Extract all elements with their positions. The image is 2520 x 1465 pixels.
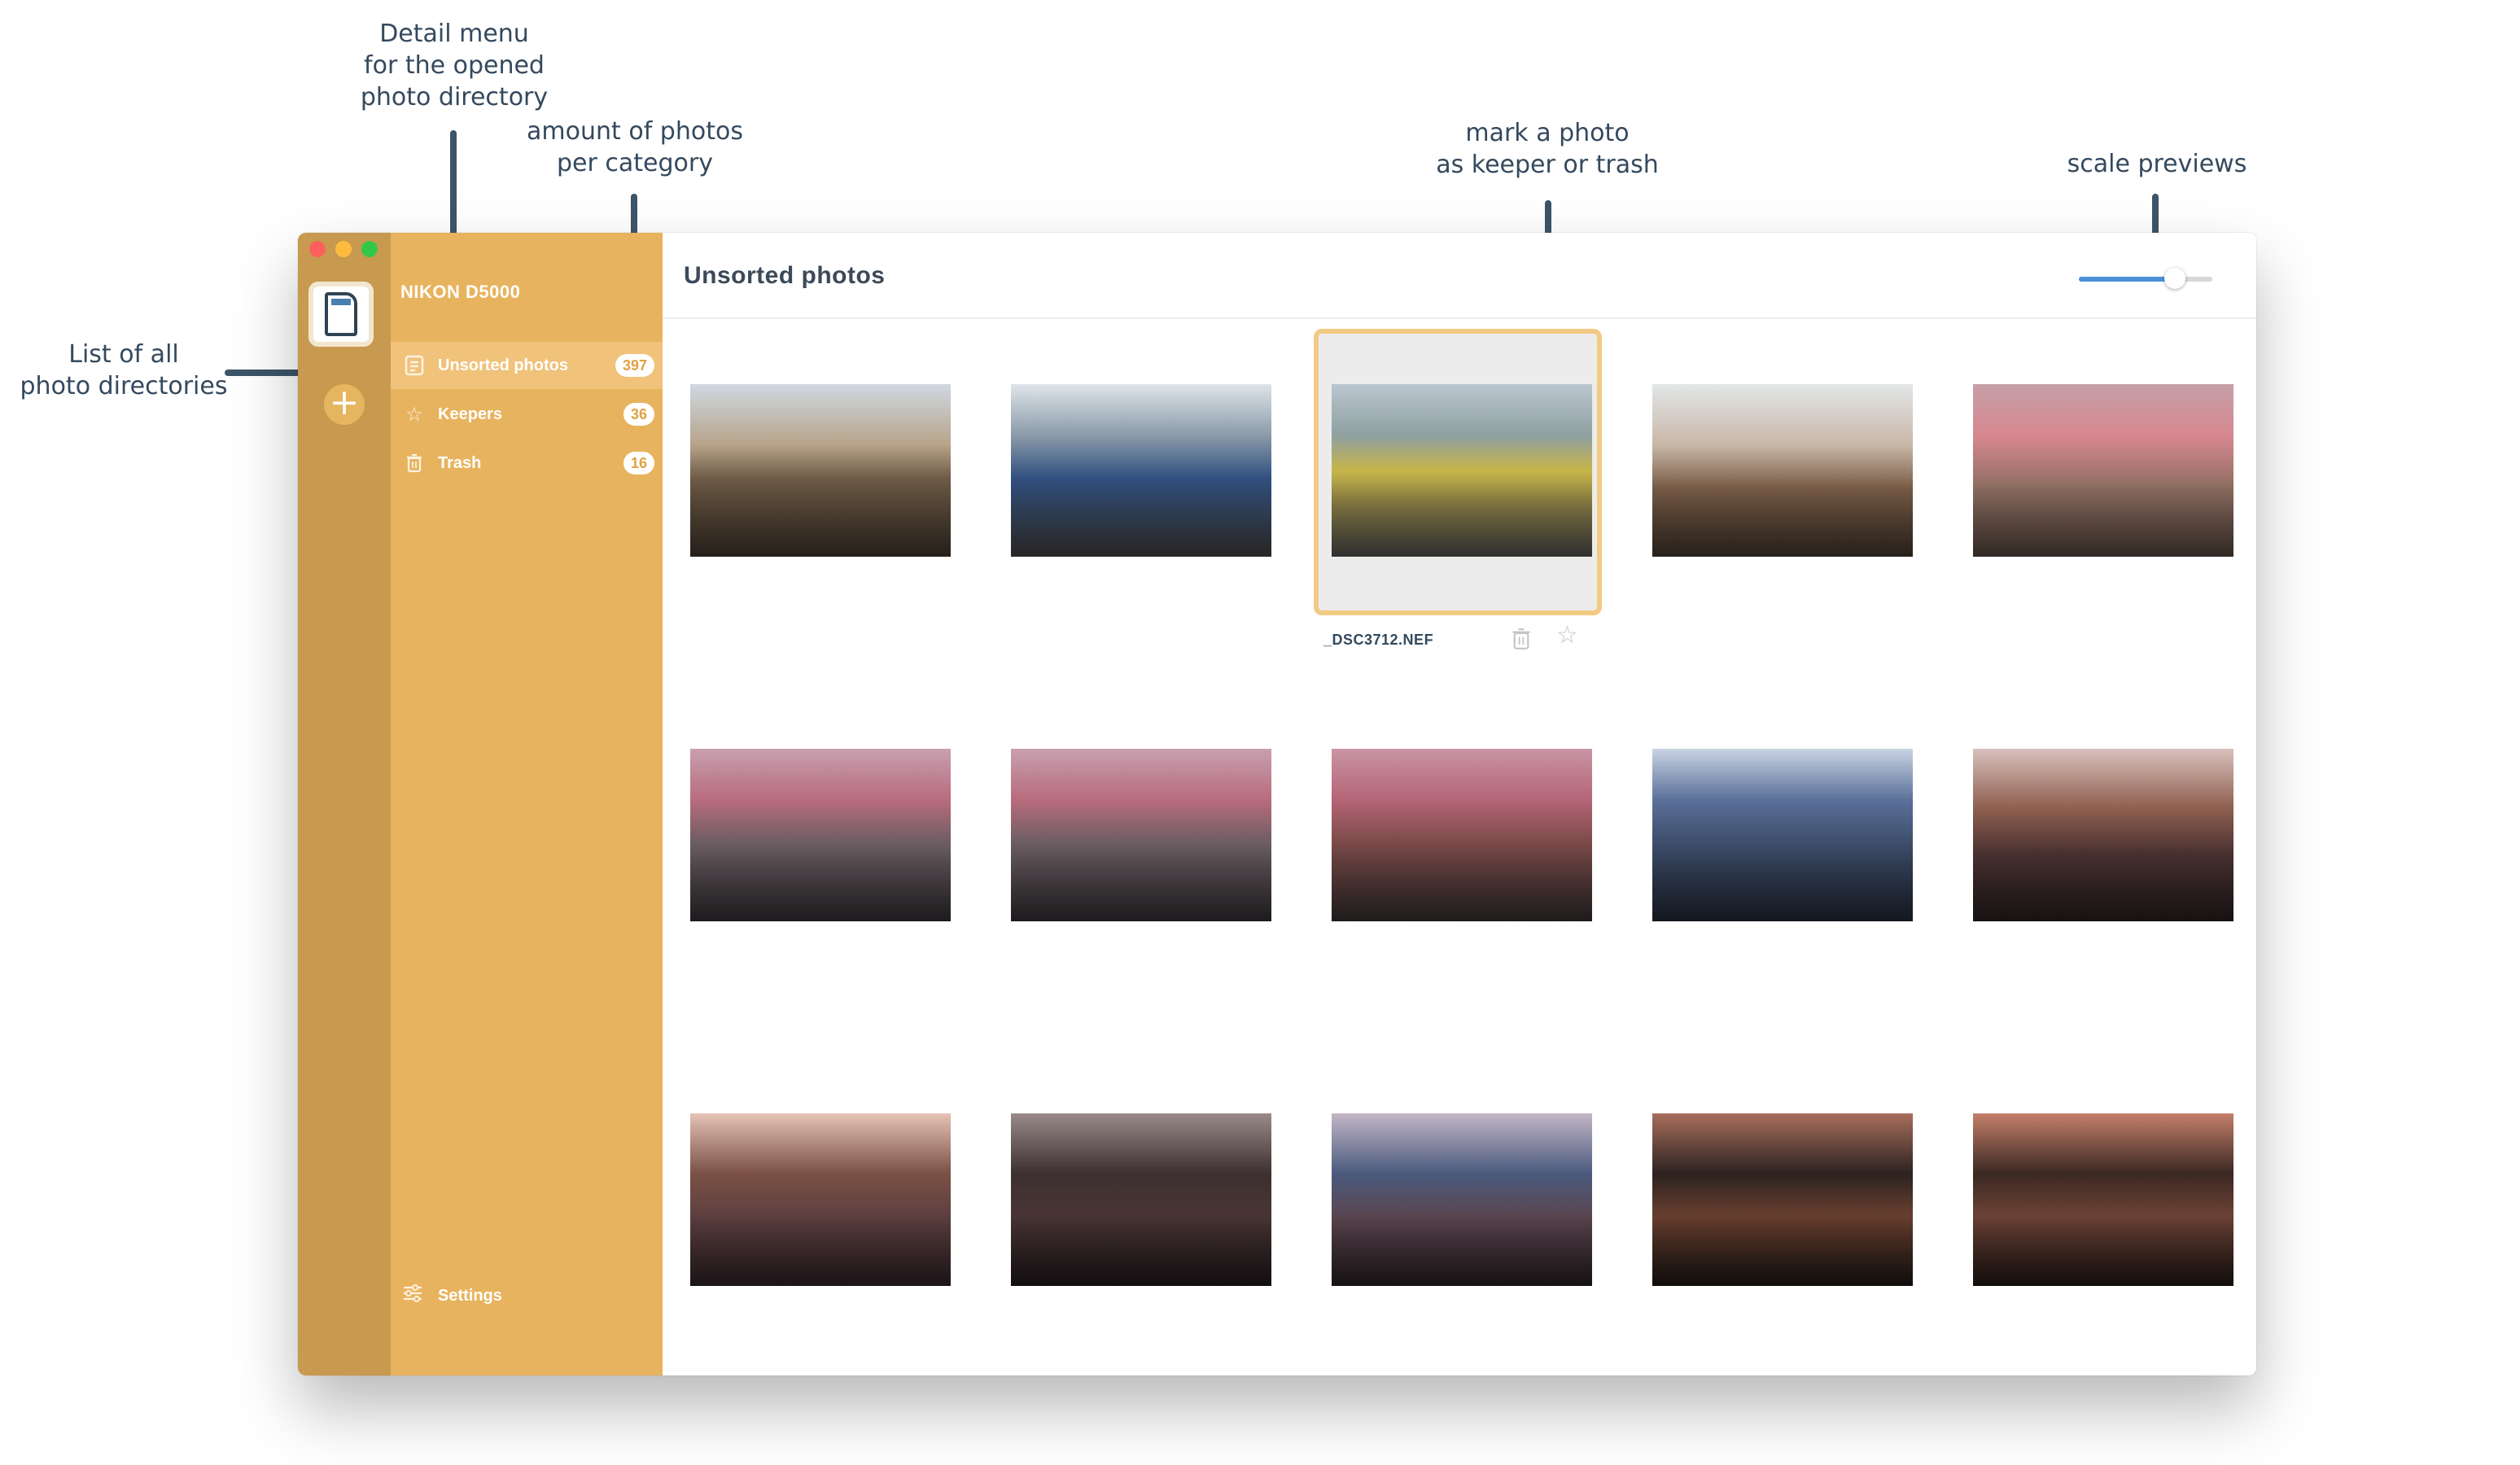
category-label: Trash (438, 453, 482, 472)
photo-thumbnail[interactable] (1011, 749, 1271, 921)
photo-thumbnail[interactable] (690, 749, 951, 921)
category-count-badge: 36 (623, 403, 654, 426)
photo-thumbnail[interactable] (1652, 749, 1913, 921)
main-toolbar: Unsorted photos (663, 233, 2256, 319)
selected-photo-filename: _DSC3712.NEF (1323, 632, 1434, 648)
trash-icon (1512, 628, 1530, 649)
scale-previews-slider[interactable] (2079, 268, 2212, 289)
photo-thumbnail[interactable] (1332, 1113, 1592, 1286)
category-count-badge: 397 (615, 354, 654, 377)
close-window-button[interactable] (309, 241, 326, 257)
plus-icon: + (329, 382, 360, 423)
photo-browser: Unsorted photos _DSC3712.NEF ☆ (663, 233, 2256, 1375)
detail-menu: NIKON D5000 Unsorted photos 397 ☆ Keeper… (391, 233, 663, 1375)
category-trash[interactable]: Trash 16 (391, 440, 663, 487)
slider-knob[interactable] (2164, 268, 2185, 289)
photo-thumbnail[interactable] (690, 1113, 951, 1286)
star-icon: ☆ (405, 403, 423, 426)
annotation-line-detail-menu (450, 130, 457, 249)
annotation-scale: scale previews (2067, 150, 2247, 178)
settings-label: Settings (438, 1287, 502, 1305)
star-icon: ☆ (1556, 621, 1578, 649)
directory-list: + (298, 233, 391, 1375)
add-directory-button[interactable]: + (324, 384, 365, 425)
photo-thumbnail[interactable] (1973, 384, 2233, 557)
minimize-window-button[interactable] (335, 241, 352, 257)
photo-thumbnail[interactable] (1011, 384, 1271, 557)
zoom-window-button[interactable] (361, 241, 378, 257)
annotation-list: List of all photo directories (20, 340, 228, 400)
photo-thumbnail[interactable] (690, 384, 951, 557)
directory-item-nikon[interactable] (308, 282, 374, 347)
settings-button[interactable]: Settings (402, 1284, 502, 1309)
page-title: Unsorted photos (684, 262, 886, 289)
category-label: Unsorted photos (438, 356, 568, 374)
sliders-icon (402, 1284, 427, 1309)
annotation-amount: amount of photos per category (527, 117, 743, 177)
directory-title: NIKON D5000 (400, 282, 521, 302)
photo-thumbnail[interactable] (1973, 749, 2233, 921)
photo-thumbnail[interactable] (1332, 384, 1592, 557)
annotation-line-list (225, 370, 306, 376)
mark-keeper-button[interactable]: ☆ (1556, 622, 1578, 649)
app-window: + NIKON D5000 Unsorted photos 397 ☆ Keep… (298, 233, 2256, 1375)
annotation-detail-menu: Detail menu for the opened photo directo… (360, 20, 549, 112)
trash-icon (402, 451, 427, 475)
photo-thumbnail[interactable] (1973, 1113, 2233, 1286)
list-icon (402, 353, 427, 378)
category-count-badge: 16 (623, 452, 654, 474)
photo-thumbnail[interactable] (1652, 1113, 1913, 1286)
photo-thumbnail[interactable] (1011, 1113, 1271, 1286)
photo-thumbnail[interactable] (1652, 384, 1913, 557)
category-keepers[interactable]: ☆ Keepers 36 (391, 391, 663, 438)
category-unsorted[interactable]: Unsorted photos 397 (391, 342, 663, 389)
annotation-mark: mark a photo as keeper or trash (1436, 119, 1659, 179)
mark-trash-button[interactable] (1511, 622, 1532, 658)
category-label: Keepers (438, 405, 502, 423)
photo-thumbnail[interactable] (1332, 749, 1592, 921)
slider-fill (2079, 277, 2175, 282)
sd-card-icon (325, 292, 357, 336)
